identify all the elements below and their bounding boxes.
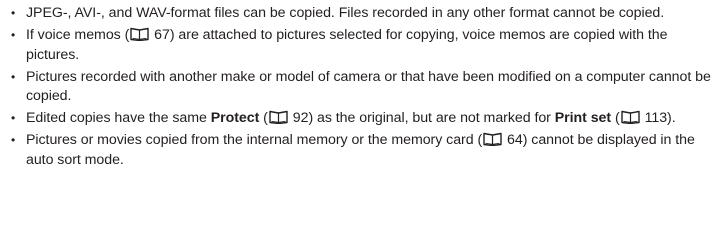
page-reference[interactable]: 113 — [645, 110, 668, 126]
note-auto-sort: • Pictures or movies copied from the int… — [10, 131, 715, 170]
note-file-formats: • JPEG-, AVI-, and WAV-format files can … — [10, 4, 715, 24]
book-reference-icon — [269, 110, 288, 125]
note-text: JPEG-, AVI-, and WAV-format files can be… — [26, 5, 665, 21]
note-text: Edited copies have the same — [26, 110, 211, 127]
note-text: ). — [667, 110, 676, 127]
note-voice-memos: • If voice memos ( 67) are attached to p… — [10, 26, 715, 65]
note-other-cameras: • Pictures recorded with another make or… — [10, 68, 715, 107]
note-text: Pictures or movies copied from the inter… — [26, 132, 483, 149]
book-reference-icon — [620, 110, 640, 125]
note-text: Pictures recorded with another make or m… — [26, 68, 711, 105]
bullet: • — [11, 111, 16, 126]
page-reference[interactable]: 64 — [507, 132, 523, 148]
note-text: ( — [259, 110, 268, 127]
book-reference-icon — [130, 27, 149, 42]
bullet: • — [11, 28, 16, 43]
page-reference[interactable]: 67 — [154, 27, 170, 43]
page-reference[interactable]: 92 — [293, 110, 309, 126]
note-text: ( — [611, 110, 620, 127]
note-text: ) as the original, but are not marked fo… — [308, 110, 555, 127]
setting-print-set: Print set — [554, 110, 612, 127]
setting-protect: Protect — [210, 110, 260, 127]
note-text: If voice memos ( — [26, 27, 130, 44]
bullet: • — [11, 69, 16, 84]
note-edited-copies: • Edited copies have the same Protect ( … — [10, 109, 715, 129]
bullet: • — [11, 133, 16, 148]
copy-notes-list: • JPEG-, AVI-, and WAV-format files can … — [10, 4, 715, 170]
book-reference-icon — [483, 132, 502, 147]
manual-page: • JPEG-, AVI-, and WAV-format files can … — [0, 0, 725, 244]
bullet: • — [11, 6, 16, 20]
